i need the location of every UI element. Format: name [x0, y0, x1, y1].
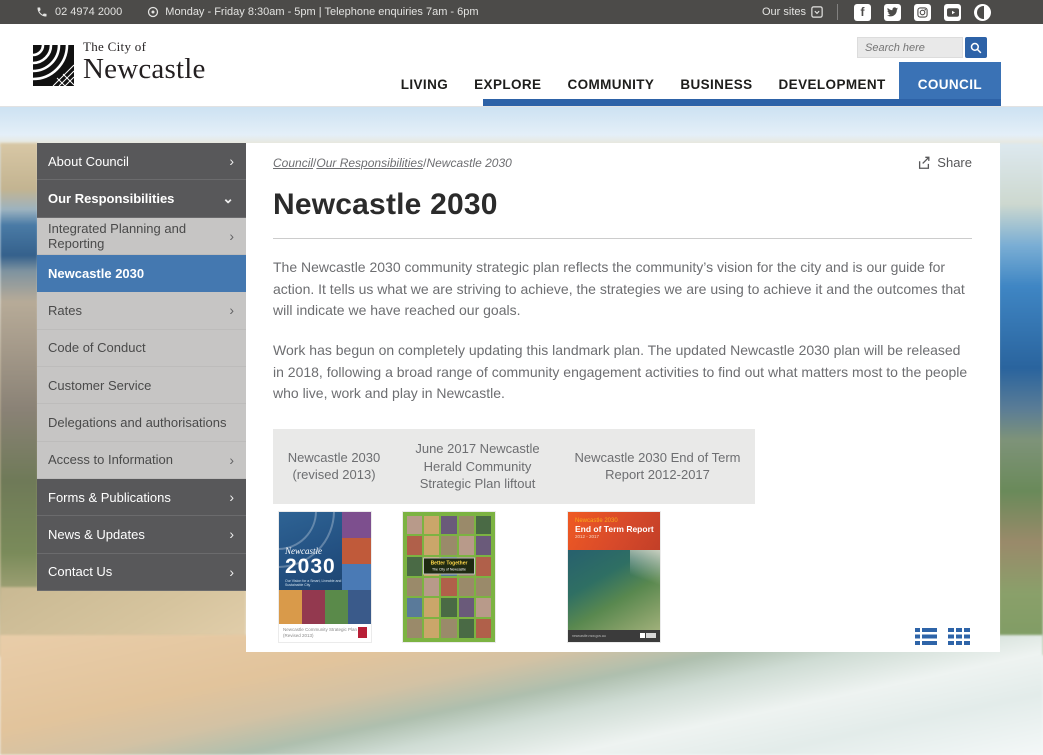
search-icon	[970, 42, 982, 54]
instagram-icon[interactable]	[914, 4, 931, 21]
topbar-hours: Monday - Friday 8:30am - 5pm | Telephone…	[165, 6, 478, 18]
caption-herald-liftout: June 2017 Newcastle Herald Community Str…	[395, 429, 560, 504]
sidebar-item-delegations[interactable]: Delegations and authorisations	[37, 404, 246, 441]
sidebar-item-label: Forms & Publications	[48, 490, 171, 505]
share-icon	[917, 156, 931, 170]
sidebar-item-newcastle-2030[interactable]: Newcastle 2030	[37, 255, 246, 292]
logo-text-small: The City of	[83, 40, 206, 53]
sidebar-item-forms-publications[interactable]: Forms & Publications ›	[37, 479, 246, 516]
chevron-right-icon: ›	[229, 154, 234, 168]
documents-caption-row: Newcastle 2030 (revised 2013) June 2017 …	[273, 429, 755, 504]
phone-icon	[36, 6, 48, 18]
sidebar-item-news-updates[interactable]: News & Updates ›	[37, 516, 246, 553]
sidebar-item-about-council[interactable]: About Council ›	[37, 143, 246, 180]
sidebar-item-customer-service[interactable]: Customer Service	[37, 367, 246, 404]
topbar-divider	[837, 4, 838, 20]
documents-table: Newcastle 2030 (revised 2013) June 2017 …	[273, 429, 755, 642]
intro-paragraph: The Newcastle 2030 community strategic p…	[273, 257, 974, 322]
chevron-right-icon: ›	[229, 490, 234, 504]
document-thumbnail-newcastle-2030[interactable]: Newcastle 2030 Our Vision for a Smart, L…	[279, 512, 371, 642]
logo-text-large: Newcastle	[83, 55, 206, 84]
grid-view-icon[interactable]	[948, 628, 970, 645]
chevron-right-icon: ›	[229, 303, 234, 317]
chevron-right-icon: ›	[229, 565, 234, 579]
site-header: The City of Newcastle LIVING EXPLORE COM…	[0, 24, 1043, 107]
sidebar-item-label: Delegations and authorisations	[48, 415, 227, 430]
nav-living[interactable]: LIVING	[388, 62, 461, 106]
topbar-phone-number[interactable]: 02 4974 2000	[55, 6, 122, 18]
cover-line2: End of Term Report	[575, 524, 660, 534]
sidebar-item-integrated-planning[interactable]: Integrated Planning and Reporting ›	[37, 218, 246, 255]
document-thumbnail-herald-liftout[interactable]: Better Together The City of Newcastle	[403, 512, 495, 642]
breadcrumb-our-responsibilities[interactable]: Our Responsibilities	[316, 156, 423, 170]
logo-mark-icon	[33, 45, 74, 86]
site-search	[857, 37, 987, 58]
update-paragraph: Work has begun on completely updating th…	[273, 340, 974, 405]
share-label: Share	[937, 155, 972, 170]
sidebar-item-label: Access to Information	[48, 452, 173, 467]
cover-footer-text: newcastle.nsw.gov.au	[572, 634, 606, 638]
breadcrumb-council[interactable]: Council	[273, 156, 313, 170]
cover-aerial-photo	[568, 550, 660, 630]
sidebar-item-label: Rates	[48, 303, 82, 318]
dropdown-box-icon	[811, 6, 823, 18]
cover-tagline: Our Vision for a Smart, Liveable and Sus…	[285, 579, 342, 587]
view-toggle	[915, 628, 970, 645]
chevron-right-icon: ›	[229, 229, 234, 243]
sidebar-item-label: Contact Us	[48, 564, 112, 579]
clock-icon	[147, 6, 159, 18]
top-utility-bar: 02 4974 2000 Monday - Friday 8:30am - 5p…	[0, 0, 1043, 24]
cover-line3: 2012 - 2017	[575, 534, 660, 539]
sidebar-item-contact-us[interactable]: Contact Us ›	[37, 554, 246, 591]
share-button[interactable]: Share	[917, 155, 972, 170]
breadcrumb-current-page: Newcastle 2030	[426, 156, 511, 170]
cover-center-label: Better Together The City of Newcastle	[423, 558, 475, 575]
sidebar-item-access-to-information[interactable]: Access to Information ›	[37, 442, 246, 479]
list-view-icon[interactable]	[915, 628, 937, 645]
nav-underline-bar	[483, 99, 1001, 106]
sidebar-item-label: Code of Conduct	[48, 340, 146, 355]
our-sites-dropdown[interactable]: Our sites	[762, 6, 823, 18]
sidebar-item-code-of-conduct[interactable]: Code of Conduct	[37, 330, 246, 367]
sidebar-item-label: Our Responsibilities	[48, 191, 174, 206]
cover-photo-mosaic	[342, 512, 371, 590]
sidebar-item-label: Integrated Planning and Reporting	[48, 221, 229, 251]
council-red-logo	[358, 627, 367, 638]
search-input[interactable]	[857, 37, 963, 58]
cover-big-title: 2030	[285, 556, 342, 577]
page-title: Newcastle 2030	[273, 188, 972, 222]
sidebar-item-label: About Council	[48, 154, 129, 169]
title-divider	[273, 238, 972, 239]
cover-footer-text: Newcastle Community Strategic Plan (Revi…	[283, 627, 358, 639]
council-mini-logo	[640, 633, 656, 638]
council-sidebar-menu: About Council › Our Responsibilities ⌄ I…	[37, 143, 246, 591]
chevron-right-icon: ›	[229, 527, 234, 541]
youtube-icon[interactable]	[944, 4, 961, 21]
chevron-down-icon: ⌄	[222, 191, 234, 205]
breadcrumb: Council / Our Responsibilities / Newcast…	[273, 155, 972, 170]
sidebar-item-label: News & Updates	[48, 527, 145, 542]
cover-photo-strip	[279, 590, 371, 624]
twitter-icon[interactable]	[884, 4, 901, 21]
sidebar-item-rates[interactable]: Rates ›	[37, 292, 246, 329]
contrast-icon[interactable]	[974, 4, 991, 21]
our-sites-label: Our sites	[762, 6, 806, 18]
caption-newcastle-2030-revised: Newcastle 2030 (revised 2013)	[273, 429, 395, 504]
document-thumbnail-end-of-term-report[interactable]: Newcastle 2030 End of Term Report 2012 -…	[568, 512, 660, 642]
caption-end-of-term-report: Newcastle 2030 End of Term Report 2012-2…	[560, 429, 755, 504]
sidebar-item-label: Customer Service	[48, 378, 151, 393]
facebook-icon[interactable]: f	[854, 4, 871, 21]
sidebar-item-our-responsibilities[interactable]: Our Responsibilities ⌄	[37, 180, 246, 217]
search-button[interactable]	[965, 37, 987, 58]
city-of-newcastle-logo[interactable]: The City of Newcastle	[33, 40, 206, 86]
chevron-right-icon: ›	[229, 453, 234, 467]
sidebar-item-label: Newcastle 2030	[48, 266, 144, 281]
documents-thumbnail-row: Newcastle 2030 Our Vision for a Smart, L…	[273, 512, 755, 642]
main-content-panel: Council / Our Responsibilities / Newcast…	[246, 143, 1000, 652]
